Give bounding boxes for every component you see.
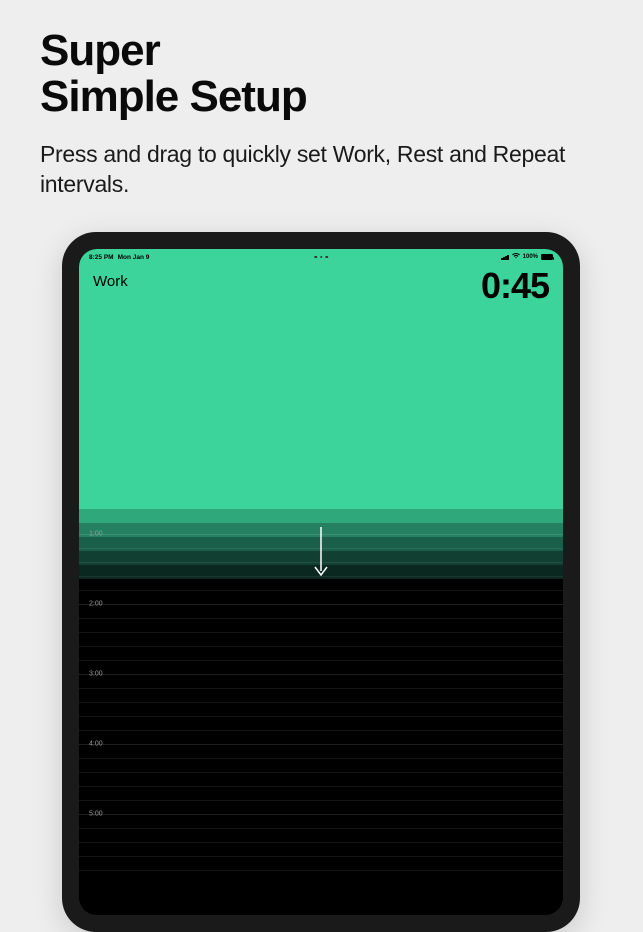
ruler-minor-tick bbox=[79, 870, 563, 871]
ruler-minor-tick bbox=[79, 730, 563, 731]
ruler-tick-label: 5:00 bbox=[89, 811, 103, 818]
ruler-minor-tick bbox=[79, 646, 563, 647]
drag-down-arrow-icon bbox=[313, 527, 329, 577]
mode-label: Work bbox=[93, 273, 128, 290]
ruler-minor-tick bbox=[79, 702, 563, 703]
ruler-minor-tick bbox=[79, 618, 563, 619]
ruler-minor-tick bbox=[79, 632, 563, 633]
ruler-tick-label: 4:00 bbox=[89, 741, 103, 748]
ruler-minor-tick bbox=[79, 842, 563, 843]
wifi-icon bbox=[512, 253, 520, 261]
status-date: Mon Jan 9 bbox=[118, 254, 150, 261]
status-battery-pct: 100% bbox=[523, 254, 538, 260]
status-time: 8:25 PM bbox=[89, 254, 114, 261]
heading-line-2: Simple Setup bbox=[40, 72, 307, 121]
ruler-minor-tick bbox=[79, 786, 563, 787]
ruler-minor-tick bbox=[79, 688, 563, 689]
multitasking-dots-icon bbox=[314, 256, 328, 259]
app-screen[interactable]: 8:25 PM Mon Jan 9 100% Work 0:45 bbox=[79, 249, 563, 915]
ruler-tick-label: 2:00 bbox=[89, 601, 103, 608]
ruler-tick-label: 1:00 bbox=[89, 531, 103, 538]
ruler-minor-tick bbox=[79, 590, 563, 591]
ruler-minor-tick bbox=[79, 856, 563, 857]
status-bar: 8:25 PM Mon Jan 9 100% bbox=[79, 249, 563, 265]
ruler-major-tick bbox=[79, 674, 563, 675]
cellular-signal-icon bbox=[501, 255, 509, 260]
ruler-major-tick bbox=[79, 604, 563, 605]
promo-subheading: Press and drag to quickly set Work, Rest… bbox=[40, 140, 603, 200]
ruler-major-tick bbox=[79, 814, 563, 815]
heading-line-1: Super bbox=[40, 26, 160, 75]
tablet-device-frame: 8:25 PM Mon Jan 9 100% Work 0:45 bbox=[62, 232, 580, 932]
ruler-tick-label: 3:00 bbox=[89, 671, 103, 678]
ruler-minor-tick bbox=[79, 772, 563, 773]
ruler-minor-tick bbox=[79, 828, 563, 829]
battery-icon bbox=[541, 254, 553, 260]
ruler-minor-tick bbox=[79, 758, 563, 759]
ruler-minor-tick bbox=[79, 660, 563, 661]
promo-heading: Super Simple Setup bbox=[40, 28, 307, 120]
ruler-minor-tick bbox=[79, 800, 563, 801]
ruler-major-tick bbox=[79, 744, 563, 745]
ruler-minor-tick bbox=[79, 716, 563, 717]
work-time-display: 0:45 bbox=[481, 265, 549, 307]
